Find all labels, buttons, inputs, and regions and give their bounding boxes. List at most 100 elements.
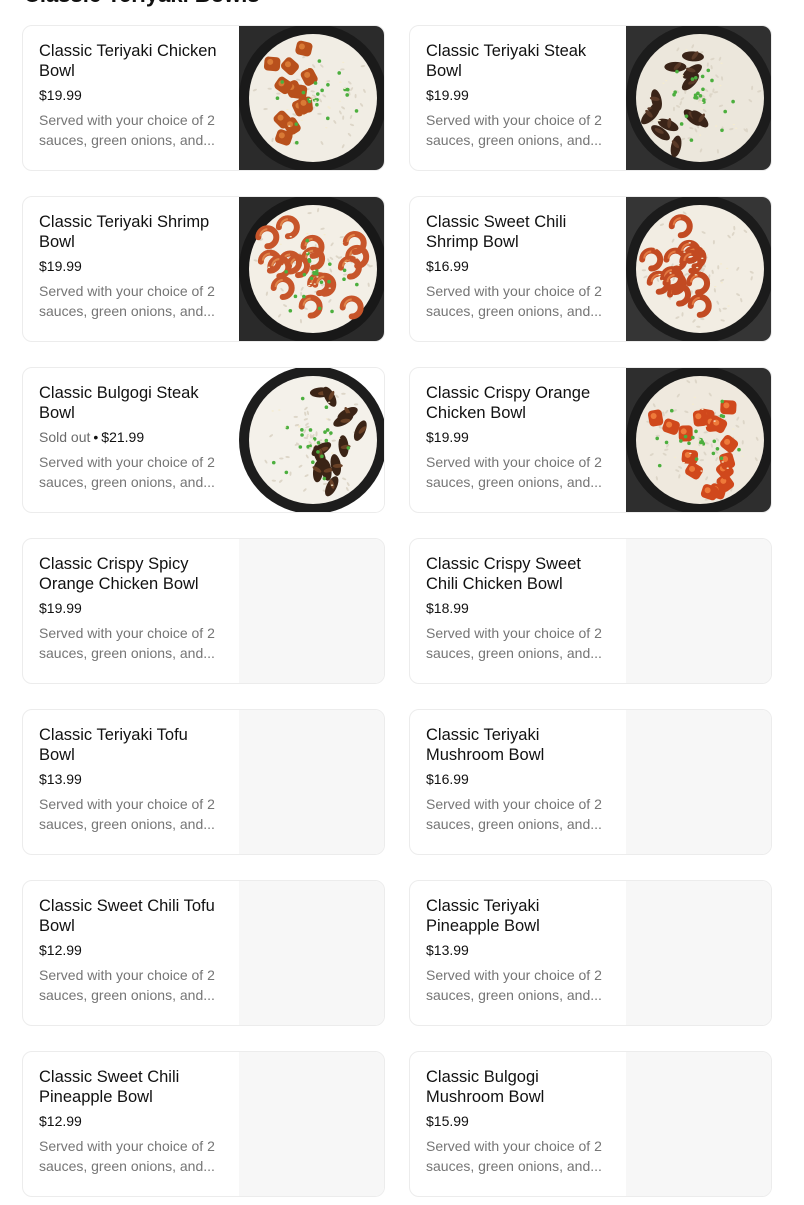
food-photo-bulgogi-steak <box>239 368 384 512</box>
menu-item-card[interactable]: Classic Crispy Sweet Chili Chicken Bowl … <box>409 538 772 684</box>
description-line-1: Served with your choice of 2 <box>39 967 215 983</box>
description-line-1: Served with your choice of 2 <box>426 796 602 812</box>
menu-item-price: $21.99 <box>101 429 145 445</box>
menu-item-price-row: $12.99 <box>39 941 227 959</box>
description-line-2: sauces, green onions, and... <box>426 474 602 490</box>
menu-item-card[interactable]: Classic Teriyaki Tofu Bowl $13.99 Served… <box>22 709 385 855</box>
menu-item-name: Classic Teriyaki Tofu Bowl <box>39 726 188 764</box>
menu-item-text: Classic Sweet Chili Tofu Bowl $12.99 Ser… <box>23 881 239 1025</box>
menu-item-card[interactable]: Classic Sweet Chili Pineapple Bowl $12.9… <box>22 1051 385 1197</box>
menu-item-price-row: $12.99 <box>39 1112 227 1130</box>
menu-item-price-row: $19.99 <box>39 86 227 104</box>
menu-item-text: Classic Bulgogi Steak Bowl Sold out • $21.… <box>23 368 239 512</box>
menu-item-card[interactable]: Classic Teriyaki Mushroom Bowl $16.99 Se… <box>409 709 772 855</box>
menu-item-text: Classic Teriyaki Mushroom Bowl $16.99 Se… <box>410 710 626 854</box>
menu-item-price: $12.99 <box>39 1113 82 1129</box>
menu-item-price: $16.99 <box>426 771 469 787</box>
menu-item-card[interactable]: Classic Bulgogi Steak Bowl Sold out • $21.… <box>22 367 385 513</box>
food-photo-teriyaki-chicken <box>239 26 384 170</box>
menu-item-price-row: Sold out • $21.99 <box>39 428 227 446</box>
menu-item-image-placeholder <box>239 539 384 683</box>
menu-item-description: Served with your choice of 2 sauces, gre… <box>39 452 227 492</box>
menu-item-price: $13.99 <box>39 771 82 787</box>
menu-item-price: $19.99 <box>39 87 82 103</box>
menu-item-description: Served with your choice of 2 sauces, gre… <box>39 965 227 1005</box>
menu-item-price-row: $19.99 <box>426 86 614 104</box>
description-line-1: Served with your choice of 2 <box>426 625 602 641</box>
menu-item-price: $19.99 <box>39 600 82 616</box>
menu-item-price-row: $16.99 <box>426 257 614 275</box>
menu-item-price: $19.99 <box>426 429 469 445</box>
menu-item-text: Classic Crispy Orange Chicken Bowl $19.9… <box>410 368 626 512</box>
menu-item-price-row: $18.99 <box>426 599 614 617</box>
menu-item-description: Served with your choice of 2 sauces, gre… <box>39 110 227 150</box>
menu-item-grid: Classic Teriyaki Chicken Bowl $19.99 Ser… <box>22 25 772 1197</box>
menu-item-price: $19.99 <box>39 258 82 274</box>
menu-item-name: Classic Teriyaki Pineapple Bowl <box>426 897 540 935</box>
food-photo-sweet-chili-shrimp <box>626 197 771 341</box>
menu-item-text: Classic Sweet Chili Shrimp Bowl $16.99 S… <box>410 197 626 341</box>
description-line-2: sauces, green onions, and... <box>426 816 602 832</box>
menu-item-card[interactable]: Classic Teriyaki Shrimp Bowl $19.99 Serv… <box>22 196 385 342</box>
menu-item-price-row: $13.99 <box>426 941 614 959</box>
section-title: Classic Teriyaki Bowls <box>24 0 260 8</box>
menu-item-text: Classic Teriyaki Steak Bowl $19.99 Serve… <box>410 26 626 170</box>
menu-item-image-placeholder <box>239 881 384 1025</box>
menu-item-card[interactable]: Classic Sweet Chili Shrimp Bowl $16.99 S… <box>409 196 772 342</box>
menu-item-description: Served with your choice of 2 sauces, gre… <box>426 1136 614 1176</box>
menu-item-image-placeholder <box>626 881 771 1025</box>
menu-item-name: Classic Bulgogi Steak Bowl <box>39 384 199 422</box>
description-line-2: sauces, green onions, and... <box>39 987 215 1003</box>
description-line-2: sauces, green onions, and... <box>426 1158 602 1174</box>
menu-item-price-row: $13.99 <box>39 770 227 788</box>
menu-item-card[interactable]: Classic Crispy Spicy Orange Chicken Bowl… <box>22 538 385 684</box>
menu-item-image-placeholder <box>626 710 771 854</box>
menu-item-name: Classic Bulgogi Mushroom Bowl <box>426 1068 545 1106</box>
menu-item-text: Classic Teriyaki Pineapple Bowl $13.99 S… <box>410 881 626 1025</box>
menu-item-description: Served with your choice of 2 sauces, gre… <box>426 110 614 150</box>
menu-item-image-placeholder <box>239 1052 384 1196</box>
description-line-1: Served with your choice of 2 <box>39 625 215 641</box>
description-line-2: sauces, green onions, and... <box>39 1158 215 1174</box>
food-photo-teriyaki-steak <box>626 26 771 170</box>
menu-item-price-row: $19.99 <box>39 599 227 617</box>
description-line-2: sauces, green onions, and... <box>426 987 602 1003</box>
menu-item-name: Classic Sweet Chili Pineapple Bowl <box>39 1068 180 1106</box>
menu-item-price-row: $15.99 <box>426 1112 614 1130</box>
menu-item-card[interactable]: Classic Bulgogi Mushroom Bowl $15.99 Ser… <box>409 1051 772 1197</box>
menu-item-text: Classic Teriyaki Chicken Bowl $19.99 Ser… <box>23 26 239 170</box>
separator-dot: • <box>93 429 99 445</box>
menu-item-card[interactable]: Classic Teriyaki Chicken Bowl $19.99 Ser… <box>22 25 385 171</box>
description-line-2: sauces, green onions, and... <box>39 303 215 319</box>
menu-item-image-placeholder <box>626 1052 771 1196</box>
description-line-2: sauces, green onions, and... <box>426 645 602 661</box>
sold-out-label: Sold out <box>39 429 91 445</box>
menu-item-price-row: $16.99 <box>426 770 614 788</box>
menu-item-card[interactable]: Classic Teriyaki Steak Bowl $19.99 Serve… <box>409 25 772 171</box>
menu-item-text: Classic Crispy Sweet Chili Chicken Bowl … <box>410 539 626 683</box>
menu-item-name: Classic Teriyaki Mushroom Bowl <box>426 726 545 764</box>
menu-item-text: Classic Bulgogi Mushroom Bowl $15.99 Ser… <box>410 1052 626 1196</box>
description-line-2: sauces, green onions, and... <box>39 816 215 832</box>
menu-item-card[interactable]: Classic Teriyaki Pineapple Bowl $13.99 S… <box>409 880 772 1026</box>
menu-item-price: $18.99 <box>426 600 469 616</box>
menu-item-description: Served with your choice of 2 sauces, gre… <box>39 1136 227 1176</box>
menu-item-name: Classic Crispy Spicy Orange Chicken Bowl <box>39 555 199 593</box>
menu-item-name: Classic Teriyaki Steak Bowl <box>426 42 587 80</box>
menu-item-image <box>239 26 384 170</box>
menu-item-description: Served with your choice of 2 sauces, gre… <box>426 623 614 663</box>
menu-item-description: Served with your choice of 2 sauces, gre… <box>426 281 614 321</box>
menu-item-card[interactable]: Classic Crispy Orange Chicken Bowl $19.9… <box>409 367 772 513</box>
menu-item-card[interactable]: Classic Sweet Chili Tofu Bowl $12.99 Ser… <box>22 880 385 1026</box>
menu-item-name: Classic Sweet Chili Tofu Bowl <box>39 897 215 935</box>
menu-item-description: Served with your choice of 2 sauces, gre… <box>39 281 227 321</box>
description-line-1: Served with your choice of 2 <box>39 454 215 470</box>
description-line-1: Served with your choice of 2 <box>39 112 215 128</box>
menu-item-description: Served with your choice of 2 sauces, gre… <box>426 794 614 834</box>
menu-item-image <box>239 197 384 341</box>
menu-item-text: Classic Sweet Chili Pineapple Bowl $12.9… <box>23 1052 239 1196</box>
menu-item-price-row: $19.99 <box>39 257 227 275</box>
menu-item-price: $13.99 <box>426 942 469 958</box>
description-line-1: Served with your choice of 2 <box>39 796 215 812</box>
menu-item-image <box>626 368 771 512</box>
